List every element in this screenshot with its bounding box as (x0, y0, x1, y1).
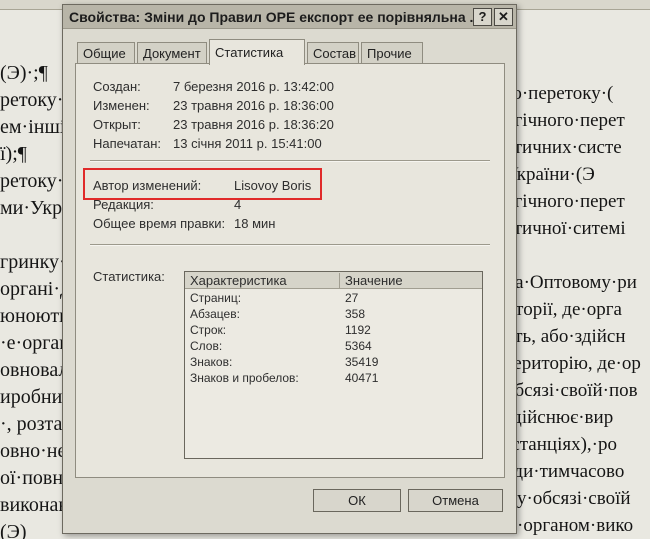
document-line: ади·тимчасово (505, 461, 625, 482)
document-line: огічного·перет (505, 191, 625, 212)
document-line: огічного·перет (505, 110, 625, 131)
table-row: Абзацев: 358 (185, 307, 482, 323)
ok-button[interactable]: ОК (313, 489, 401, 512)
document-line: юноють (0, 305, 69, 327)
document-line: ·е·орган (0, 332, 70, 354)
document-text-right: го·перетоку·( огічного·перет ятичних·сис… (505, 80, 650, 539)
tab-document[interactable]: Документ (137, 42, 207, 64)
document-line: виконав (0, 494, 68, 516)
cell-value: 5364 (345, 339, 372, 353)
tab-general[interactable]: Общие (77, 42, 135, 64)
table-row: Знаков и пробелов: 40471 (185, 371, 482, 387)
document-line: ретоку·е (0, 89, 70, 111)
document-line: му·обсязі·своїй (505, 488, 631, 509)
document-line: (Э) (0, 521, 27, 539)
cell-value: 1192 (345, 323, 371, 337)
document-line: ем·інші (0, 116, 66, 138)
document-line: (Э)·;¶ (0, 62, 48, 84)
cell-name: Абзацев: (190, 307, 240, 321)
document-line: оть, або·здійсн (505, 326, 626, 347)
cell-name: Страниц: (190, 291, 242, 305)
meta-label: Автор изменений: (93, 178, 202, 193)
help-button[interactable]: ? (473, 8, 492, 26)
separator (90, 244, 490, 246)
document-line: територію, де·ор (505, 353, 641, 374)
cell-value: 358 (345, 307, 366, 321)
cell-value: 40471 (345, 371, 379, 385)
document-line: иторії, де·орга (505, 299, 622, 320)
meta-label: Общее время правки: (93, 216, 226, 231)
document-line: ої·повно (0, 467, 70, 489)
document-line: го·перетоку·( (505, 83, 614, 104)
document-line: овно·не·з (0, 440, 70, 462)
table-row: Страниц: 27 (185, 291, 482, 307)
document-line: обсязі·своїй·пов (505, 380, 638, 401)
statistics-table[interactable]: Характеристика Значение Страниц: 27 Абза… (184, 271, 483, 459)
table-row: Слов: 5364 (185, 339, 482, 355)
document-text-left: (Э)·;¶ ретоку·е ем·інші ї);¶ ретоку·е ми… (0, 60, 70, 539)
column-header-value[interactable]: Значение (345, 273, 403, 288)
tab-contents[interactable]: Состав (307, 42, 359, 64)
document-line: ї);¶ (0, 143, 27, 165)
date-value: 23 травня 2016 р. 18:36:00 (173, 98, 334, 113)
cancel-button[interactable]: Отмена (408, 489, 503, 512)
meta-value: 18 мин (234, 216, 276, 231)
date-label: Открыт: (93, 117, 141, 132)
cell-name: Знаков: (190, 355, 233, 369)
document-line: (станціях),·ро (505, 434, 617, 455)
column-header-characteristic[interactable]: Характеристика (190, 273, 340, 289)
cell-name: Знаков и пробелов: (190, 371, 299, 385)
document-line: иробниц (0, 386, 70, 408)
meta-value: Lisovoy Boris (234, 178, 312, 193)
statistics-label: Статистика: (93, 269, 165, 284)
meta-label: Редакция: (93, 197, 154, 212)
document-line: ми·Укра (0, 197, 70, 219)
document-line: овновал (0, 359, 69, 381)
document-line: м·органом·вико (505, 515, 634, 536)
cell-name: Слов: (190, 339, 223, 353)
date-label: Напечатан: (93, 136, 162, 151)
title-bar[interactable]: Свойства: Зміни до Правил ОРЕ експорт ее… (63, 5, 516, 29)
document-line: ·, розта (0, 413, 63, 435)
table-row: Знаков: 35419 (185, 355, 482, 371)
document-line: на·Оптовому·ри (505, 272, 637, 293)
table-header: Характеристика Значение (185, 272, 482, 289)
document-line: органі·д (0, 278, 70, 300)
meta-value: 4 (234, 197, 242, 212)
document-line: ятичної·ситемі (505, 218, 626, 239)
date-value: 13 січня 2011 р. 15:41:00 (173, 136, 322, 151)
document-line: гринку· (0, 251, 66, 273)
window-title: Свойства: Зміни до Правил ОРЕ експорт ее… (69, 9, 474, 25)
date-label: Изменен: (93, 98, 150, 113)
date-label: Создан: (93, 79, 141, 94)
document-line: ятичних·систе (505, 137, 622, 158)
statistics-panel: Создан: 7 березня 2016 р. 13:42:00 Измен… (75, 63, 505, 478)
properties-dialog: Свойства: Зміни до Правил ОРЕ експорт ее… (62, 4, 517, 534)
separator (90, 160, 490, 162)
cell-name: Строк: (190, 323, 227, 337)
tab-statistics[interactable]: Статистика (209, 39, 305, 65)
document-line: України·(Э (505, 164, 595, 185)
date-value: 7 березня 2016 р. 13:42:00 (173, 79, 334, 94)
cell-value: 35419 (345, 355, 379, 369)
document-line: ретоку·е (0, 170, 70, 192)
cell-value: 27 (345, 291, 359, 305)
table-row: Строк: 1192 (185, 323, 482, 339)
document-line: здійснює·вир (505, 407, 614, 428)
date-value: 23 травня 2016 р. 18:36:20 (173, 117, 334, 132)
close-button[interactable]: ✕ (494, 8, 513, 26)
tab-other[interactable]: Прочие (361, 42, 423, 64)
